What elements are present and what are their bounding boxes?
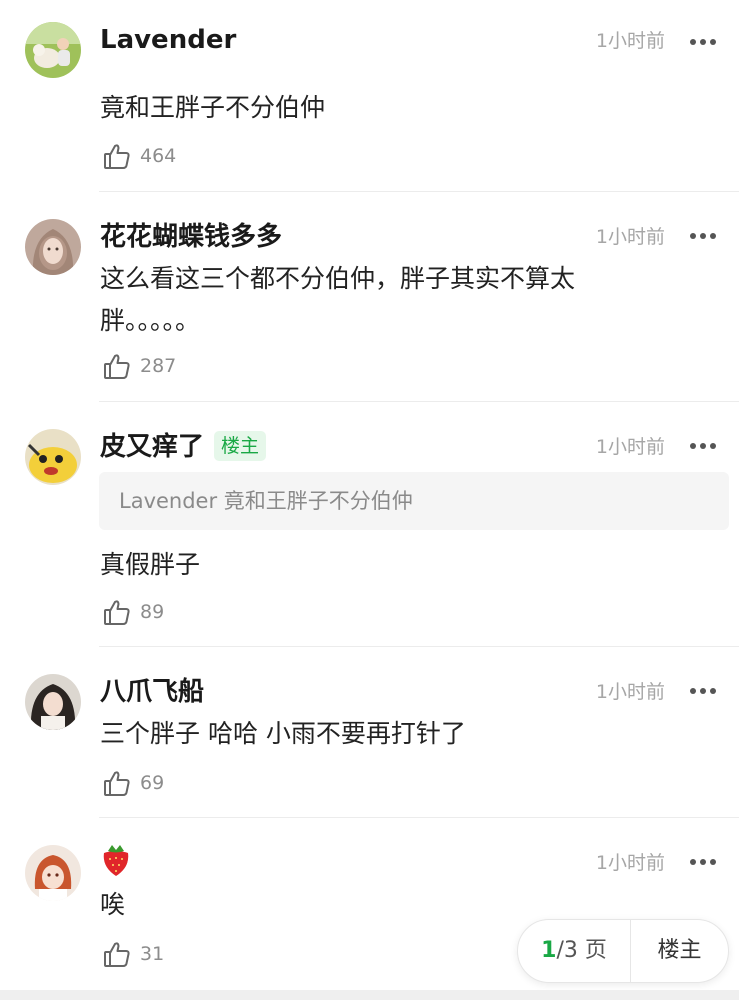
thumbs-up-icon <box>103 598 131 626</box>
more-options-icon[interactable] <box>689 687 717 695</box>
more-options-icon[interactable] <box>689 442 717 450</box>
comment-text: 三个胖子 哈哈 小雨不要再打针了 <box>100 719 466 748</box>
like-count: 287 <box>140 355 177 377</box>
owner-only-button[interactable]: 楼主 <box>631 920 728 982</box>
avatar[interactable] <box>25 429 81 485</box>
current-page: 1 <box>541 938 557 963</box>
comment-list: Lavender 1小时前 竟和王胖子不分伯仲 464 花花蝴蝶钱多多 1小时前… <box>0 0 739 990</box>
comment-text: 竟和王胖子不分伯仲 <box>100 93 326 122</box>
quoted-reply[interactable]: Lavender 竟和王胖子不分伯仲 <box>99 472 729 530</box>
comment-text: 真假胖子 <box>100 550 201 579</box>
timestamp: 1小时前 <box>595 852 665 874</box>
owner-badge: 楼主 <box>214 431 267 461</box>
bottom-bar <box>0 990 739 1000</box>
like-count: 464 <box>140 145 177 167</box>
comment-item: 八爪飞船 1小时前 三个胖子 哈哈 小雨不要再打针了 69 <box>0 647 739 818</box>
username[interactable]: 花花蝴蝶钱多多 <box>100 219 282 255</box>
comment-item: 花花蝴蝶钱多多 1小时前 这么看这三个都不分伯仲，胖子其实不算太胖。。。。。 2… <box>0 192 739 402</box>
like-button[interactable]: 89 <box>103 598 164 626</box>
page-indicator-button[interactable]: 1/3 页 <box>518 920 631 982</box>
avatar[interactable] <box>25 674 81 730</box>
avatar[interactable] <box>25 22 81 78</box>
thumbs-up-icon <box>103 352 131 380</box>
username[interactable]: 🍓 <box>100 841 132 887</box>
like-count: 89 <box>140 601 165 623</box>
page-navigator: 1/3 页 楼主 <box>517 919 729 983</box>
username[interactable]: 八爪飞船 <box>100 674 204 710</box>
more-options-icon[interactable] <box>689 232 717 240</box>
avatar[interactable] <box>25 845 81 901</box>
like-button[interactable]: 464 <box>103 142 176 170</box>
more-options-icon[interactable] <box>689 858 717 866</box>
more-options-icon[interactable] <box>689 38 717 46</box>
username[interactable]: 皮又痒了 楼主 <box>100 429 267 465</box>
comment-text: 这么看这三个都不分伯仲，胖子其实不算太胖。。。。。 <box>100 264 576 335</box>
timestamp: 1小时前 <box>595 30 665 52</box>
like-button[interactable]: 31 <box>103 940 164 968</box>
timestamp: 1小时前 <box>595 681 665 703</box>
strawberry-icon <box>100 841 132 887</box>
comment-item: 皮又痒了 楼主 1小时前 Lavender 竟和王胖子不分伯仲 真假胖子 89 <box>0 402 739 647</box>
total-pages: /3 页 <box>556 938 607 963</box>
avatar[interactable] <box>25 219 81 275</box>
timestamp: 1小时前 <box>595 226 665 248</box>
thumbs-up-icon <box>103 769 131 797</box>
like-count: 69 <box>140 772 165 794</box>
timestamp: 1小时前 <box>595 436 665 458</box>
comment-item: Lavender 1小时前 竟和王胖子不分伯仲 464 <box>0 0 739 192</box>
thumbs-up-icon <box>103 940 131 968</box>
like-count: 31 <box>140 943 165 965</box>
like-button[interactable]: 287 <box>103 352 176 380</box>
like-button[interactable]: 69 <box>103 769 164 797</box>
username[interactable]: Lavender <box>100 22 236 58</box>
thumbs-up-icon <box>103 142 131 170</box>
